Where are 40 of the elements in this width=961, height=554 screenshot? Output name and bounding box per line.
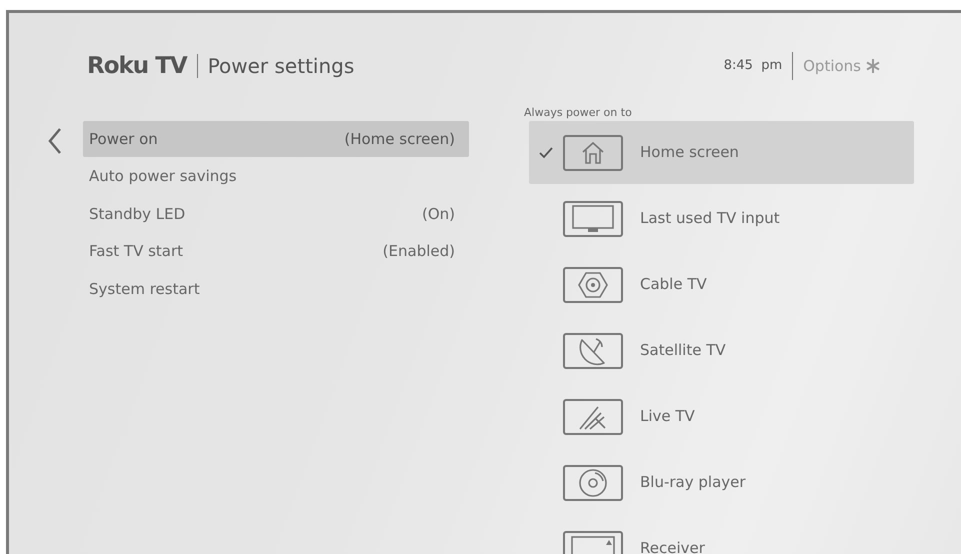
page-title: Power settings — [208, 53, 354, 80]
options-hint: Options — [803, 56, 861, 77]
option-label: Home screen — [640, 142, 739, 164]
input-option[interactable]: Cable TV — [529, 253, 914, 316]
coax-connector-icon — [563, 266, 623, 302]
option-label: Live TV — [640, 406, 695, 428]
option-label: Receiver — [640, 538, 705, 554]
input-option[interactable]: Blu-ray player — [529, 451, 914, 514]
menu-item[interactable]: Power on (Home screen) — [83, 121, 469, 157]
menu-item[interactable]: System restart — [83, 271, 469, 307]
menu-item-label: Power on — [89, 128, 158, 150]
menu-item-value: (On) — [422, 204, 455, 225]
back-icon[interactable] — [47, 127, 63, 155]
clock-time: 8:45 pm — [724, 57, 782, 76]
house-icon — [563, 134, 623, 170]
menu-item-label: Auto power savings — [89, 166, 237, 188]
menu-item[interactable]: Auto power savings — [83, 158, 469, 194]
menu-item-value: (Enabled) — [382, 241, 455, 262]
input-option[interactable]: Home screen — [529, 121, 914, 184]
input-option[interactable]: Last used TV input — [529, 187, 914, 250]
checkmark-icon — [539, 146, 553, 158]
menu-item[interactable]: Fast TV start (Enabled) — [83, 234, 469, 270]
option-label: Last used TV input — [640, 208, 780, 230]
input-option[interactable]: Live TV — [529, 385, 914, 448]
menu-item-label: Standby LED — [89, 204, 186, 225]
asterisk-icon — [865, 58, 881, 74]
option-label: Satellite TV — [640, 340, 726, 362]
antenna-icon — [563, 398, 623, 434]
input-option[interactable]: Receiver — [529, 517, 914, 554]
menu-item-label: System restart — [89, 278, 200, 300]
menu-item[interactable]: Standby LED (On) — [83, 196, 469, 232]
menu-item-label: Fast TV start — [89, 241, 184, 262]
input-option[interactable]: Satellite TV — [529, 319, 914, 382]
section-heading: Always power on to — [524, 105, 633, 121]
tv-icon — [563, 200, 623, 236]
option-label: Cable TV — [640, 274, 707, 296]
satellite-dish-icon — [563, 332, 623, 368]
option-label: Blu-ray player — [640, 472, 746, 494]
logo: Roku TV — [87, 52, 187, 81]
menu-item-value: (Home screen) — [344, 128, 455, 150]
